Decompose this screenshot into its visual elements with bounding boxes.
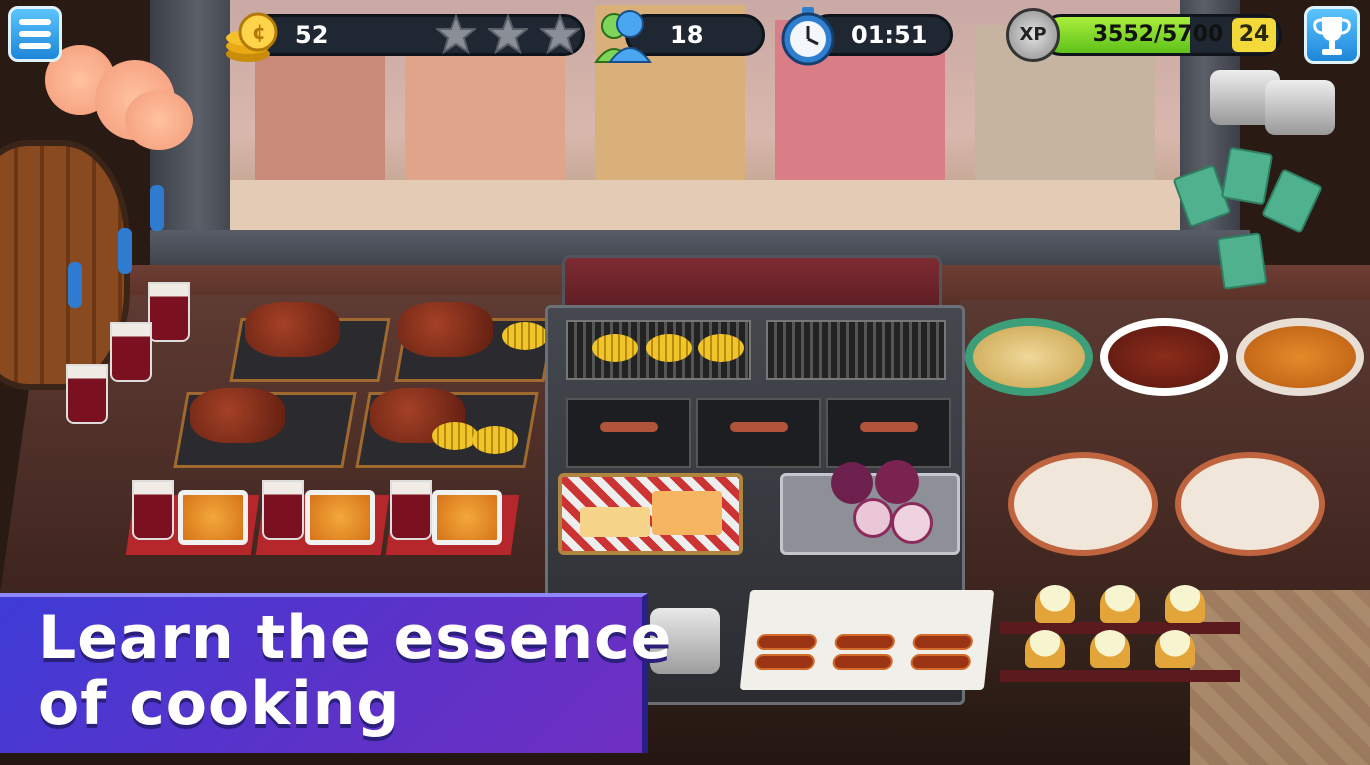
grill-rack[interactable] — [766, 320, 946, 380]
ribs[interactable] — [245, 302, 340, 357]
corn-dog[interactable] — [755, 634, 818, 650]
star-icon — [488, 14, 528, 54]
dessert-shelf — [1000, 670, 1240, 682]
mac-and-cheese[interactable] — [432, 490, 502, 545]
onion-slice[interactable] — [891, 502, 933, 544]
coins-panel: 52 — [248, 14, 585, 56]
served-platter[interactable] — [1175, 452, 1325, 556]
trophy-icon — [1313, 17, 1351, 55]
grilled-corn[interactable] — [502, 322, 548, 350]
hotdog-slot[interactable] — [696, 398, 821, 468]
green-mug — [1216, 232, 1268, 290]
promo-banner: Learn the essence of cooking — [0, 593, 671, 753]
cheese-slices[interactable] — [580, 507, 650, 537]
drink-cup[interactable] — [132, 480, 174, 540]
sausage[interactable] — [730, 422, 788, 432]
menu-icon — [19, 19, 51, 25]
cupcake[interactable] — [1035, 585, 1075, 623]
hotdog-slot[interactable] — [566, 398, 691, 468]
clock-icon — [781, 7, 835, 66]
corn-dog[interactable] — [753, 654, 816, 670]
hanging-pot — [1265, 80, 1335, 135]
ribs[interactable] — [398, 302, 493, 357]
corndog-tray[interactable] — [895, 590, 995, 690]
tap-handle[interactable] — [68, 262, 82, 308]
menu-button[interactable] — [8, 6, 62, 62]
hotdog-slot[interactable] — [826, 398, 951, 468]
cheese-block[interactable] — [652, 491, 722, 535]
cupcake[interactable] — [1100, 585, 1140, 623]
grill-rack[interactable] — [566, 320, 751, 380]
building — [405, 35, 565, 185]
cupcake[interactable] — [1025, 630, 1065, 668]
banner-headline-line2: of cooking — [38, 669, 401, 739]
green-mug — [1220, 146, 1274, 206]
drink-cup[interactable] — [390, 480, 432, 540]
coin-stack-icon: ¢ — [226, 12, 278, 62]
grilled-corn[interactable] — [698, 334, 744, 362]
red-onion[interactable] — [831, 462, 873, 504]
cheese-basket[interactable] — [558, 473, 743, 555]
green-mug — [1261, 168, 1323, 234]
timer-value: 01:51 — [851, 21, 928, 49]
player-level: 24 — [1232, 18, 1276, 52]
cupcake[interactable] — [1090, 630, 1130, 668]
customer-count: 18 — [670, 21, 704, 49]
onion-tray[interactable] — [780, 460, 960, 555]
sausage[interactable] — [600, 422, 658, 432]
ribs[interactable] — [190, 388, 285, 443]
drink-cup[interactable] — [148, 282, 190, 342]
grilled-corn[interactable] — [472, 426, 518, 454]
grilled-corn[interactable] — [432, 422, 478, 450]
grilled-corn[interactable] — [646, 334, 692, 362]
corn-dog[interactable] — [909, 654, 972, 670]
tap-handle[interactable] — [150, 185, 164, 231]
drink-cup[interactable] — [262, 480, 304, 540]
cotton-candy[interactable] — [125, 90, 193, 150]
mac-and-cheese[interactable] — [178, 490, 248, 545]
star-icon — [436, 14, 476, 54]
hushpuppies-bowl[interactable] — [1236, 318, 1364, 396]
corn-dog[interactable] — [833, 634, 896, 650]
star-icon — [540, 14, 580, 54]
grilled-corn[interactable] — [592, 334, 638, 362]
trophy-button[interactable] — [1304, 6, 1360, 64]
cupcake[interactable] — [1155, 630, 1195, 668]
drink-cup[interactable] — [110, 322, 152, 382]
mac-and-cheese[interactable] — [305, 490, 375, 545]
svg-text:¢: ¢ — [252, 20, 266, 44]
coin-count: 52 — [295, 21, 329, 49]
tap-handle[interactable] — [118, 228, 132, 274]
baked-beans-bowl[interactable] — [1100, 318, 1228, 396]
corn-dog[interactable] — [911, 634, 974, 650]
xp-badge-icon: XP — [1006, 8, 1060, 62]
banner-headline-line1: Learn the essence — [38, 603, 673, 673]
drink-cup[interactable] — [66, 364, 108, 424]
red-onion[interactable] — [875, 460, 919, 504]
sausage[interactable] — [860, 422, 918, 432]
onion-slice[interactable] — [853, 498, 893, 538]
xp-value: 3552/5700 — [1092, 22, 1224, 47]
corn-dog[interactable] — [831, 654, 894, 670]
mashed-potato-bowl[interactable] — [965, 318, 1093, 396]
served-platter[interactable] — [1008, 452, 1158, 556]
people-icon — [594, 10, 652, 63]
cupcake[interactable] — [1165, 585, 1205, 623]
